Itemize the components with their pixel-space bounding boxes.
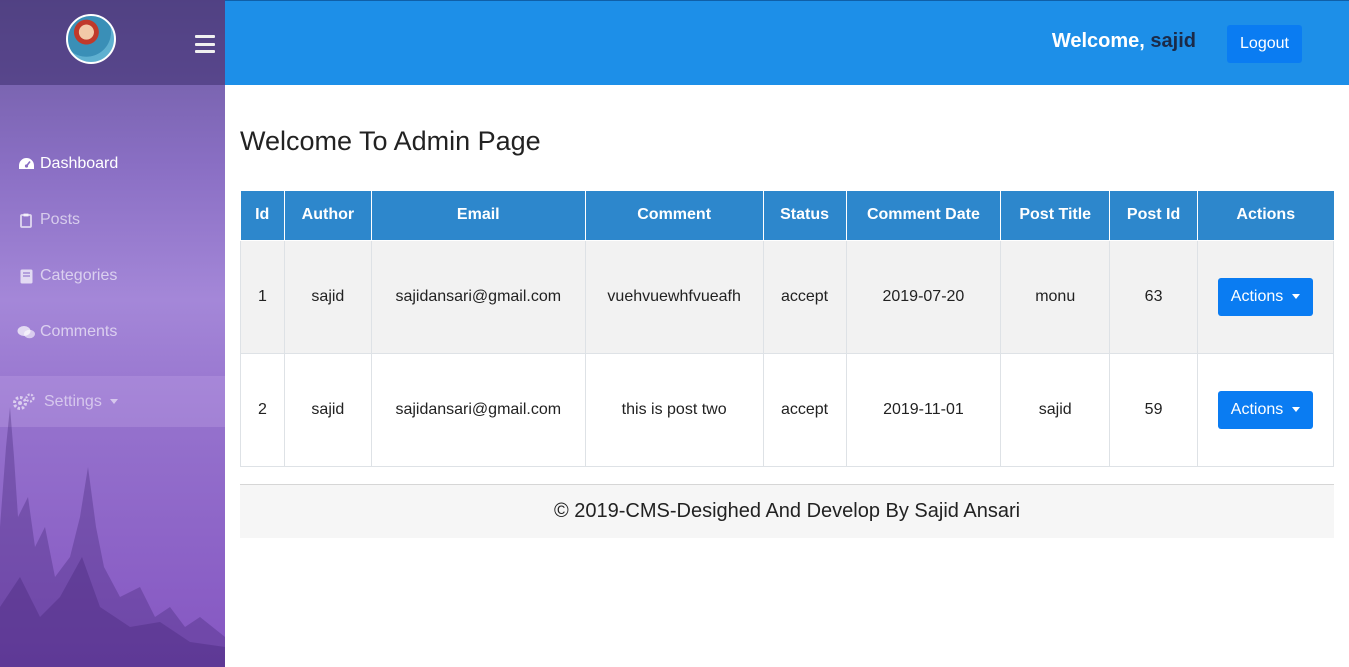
sidebar-header xyxy=(0,0,225,85)
cell-email: sajidansari@gmail.com xyxy=(370,352,586,467)
username: sajid xyxy=(1150,30,1196,52)
cell-post-title: sajid xyxy=(1000,352,1111,467)
cell-comment: vuehvuewhfvueafh xyxy=(584,239,764,354)
column-header: Author xyxy=(283,191,372,241)
sidebar-item-posts[interactable]: Posts xyxy=(0,192,225,248)
forest-background-image xyxy=(0,407,225,667)
sidebar-item-label: Posts xyxy=(40,211,81,228)
table-row: 1 sajid sajidansari@gmail.com vuehvuewhf… xyxy=(240,239,1334,354)
column-header: Email xyxy=(370,191,586,241)
table-header-row: Id Author Email Comment Status Comment D… xyxy=(240,191,1334,241)
cell-status: accept xyxy=(762,352,847,467)
column-header: Status xyxy=(762,191,847,241)
column-header: Comment Date xyxy=(845,191,1002,241)
cell-id: 2 xyxy=(240,352,285,467)
actions-label: Actions xyxy=(1230,287,1284,305)
column-header: Post Id xyxy=(1109,191,1199,241)
actions-dropdown-button[interactable]: Actions xyxy=(1218,390,1313,429)
cell-author: sajid xyxy=(283,352,372,467)
column-header: Actions xyxy=(1197,191,1334,241)
page-title: Welcome To Admin Page xyxy=(240,126,541,156)
cell-id: 1 xyxy=(240,239,285,354)
menu-toggle-icon[interactable] xyxy=(195,35,215,53)
comments-icon xyxy=(16,324,36,340)
cell-status: accept xyxy=(762,239,847,354)
cell-actions: Actions xyxy=(1197,239,1334,354)
footer-text: © 2019-CMS-Desighed And Develop By Sajid… xyxy=(553,500,1021,522)
cell-post-title: monu xyxy=(1000,239,1111,354)
sidebar-item-categories[interactable]: Categories xyxy=(0,248,225,304)
welcome-message: Welcome, sajid xyxy=(1052,30,1196,53)
actions-dropdown-button[interactable]: Actions xyxy=(1218,277,1313,316)
chevron-down-icon xyxy=(1292,294,1301,299)
logout-button[interactable]: Logout xyxy=(1227,25,1302,63)
actions-label: Actions xyxy=(1230,400,1284,418)
column-header: Id xyxy=(240,191,285,241)
avatar[interactable] xyxy=(66,14,116,64)
cell-comment-date: 2019-11-01 xyxy=(845,352,1002,467)
cell-email: sajidansari@gmail.com xyxy=(370,239,586,354)
cell-post-id: 59 xyxy=(1109,352,1199,467)
tachometer-icon xyxy=(16,156,36,172)
cell-comment-date: 2019-07-20 xyxy=(845,239,1002,354)
sidebar-item-dashboard[interactable]: Dashboard xyxy=(0,136,225,192)
welcome-label: Welcome, xyxy=(1051,30,1145,52)
page-footer: © 2019-CMS-Desighed And Develop By Sajid… xyxy=(240,484,1334,538)
top-header: Welcome, sajid Logout xyxy=(225,0,1349,85)
sidebar-item-label: Categories xyxy=(40,267,118,284)
chevron-down-icon xyxy=(109,399,118,404)
book-icon xyxy=(16,268,36,284)
sidebar-nav: Dashboard Posts Categories Comments xyxy=(0,136,225,360)
cell-comment: this is post two xyxy=(584,352,764,467)
clipboard-icon xyxy=(16,212,36,228)
cell-actions: Actions xyxy=(1197,352,1334,467)
chevron-down-icon xyxy=(1292,407,1301,412)
sidebar-item-label: Comments xyxy=(40,323,118,340)
sidebar: Dashboard Posts Categories Comments Sett… xyxy=(0,0,225,667)
column-header: Comment xyxy=(584,191,764,241)
table-row: 2 sajid sajidansari@gmail.com this is po… xyxy=(240,352,1334,467)
sidebar-item-comments[interactable]: Comments xyxy=(0,304,225,360)
cell-post-id: 63 xyxy=(1109,239,1199,354)
sidebar-item-label: Dashboard xyxy=(40,155,119,172)
cell-author: sajid xyxy=(283,239,372,354)
comments-table: Id Author Email Comment Status Comment D… xyxy=(240,191,1334,467)
column-header: Post Title xyxy=(1000,191,1111,241)
